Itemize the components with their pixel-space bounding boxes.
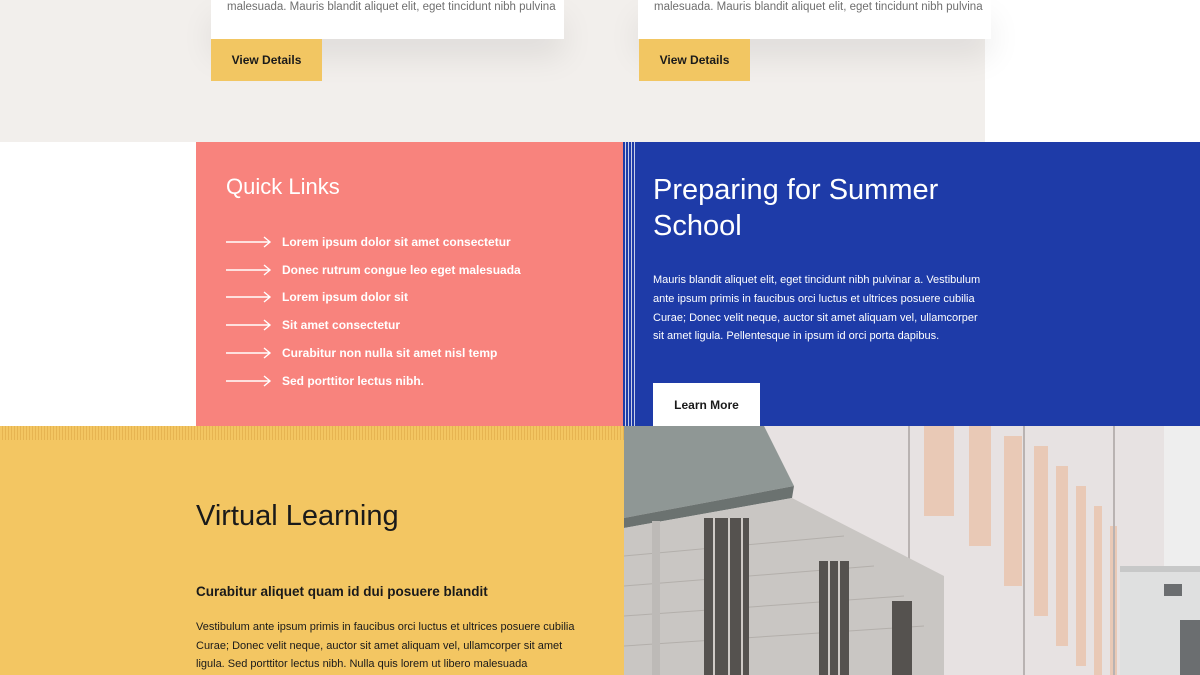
quick-link-label: Curabitur non nulla sit amet nisl temp (282, 346, 498, 361)
learn-more-button[interactable]: Learn More (653, 383, 760, 426)
view-details-button[interactable]: View Details (639, 39, 750, 81)
building-image (624, 426, 1200, 675)
summer-school-text: Mauris blandit aliquet elit, eget tincid… (653, 274, 981, 343)
virtual-learning-panel: Virtual Learning Curabitur aliquet quam … (0, 426, 624, 675)
arrow-right-icon (226, 264, 272, 276)
arrow-right-icon (226, 291, 272, 304)
quick-links-title: Quick Links (226, 174, 340, 199)
quick-link-item[interactable]: Lorem ipsum dolor sit (226, 284, 521, 312)
quick-link-label: Lorem ipsum dolor sit amet consectetur (282, 234, 511, 249)
virtual-learning-text: Vestibulum ante ipsum primis in faucibus… (196, 621, 575, 670)
stripe-divider (623, 142, 636, 426)
quick-links-panel: Quick Links Lorem ipsum dolor sit amet c… (196, 142, 623, 426)
arrow-right-icon (226, 319, 272, 331)
building-photo (624, 426, 1200, 675)
arrow-right-icon (226, 347, 272, 359)
virtual-learning-title: Virtual Learning (196, 500, 399, 532)
quick-link-label: Lorem ipsum dolor sit (282, 290, 409, 305)
arrow-right-icon (226, 375, 272, 387)
arrow-right-icon (226, 236, 272, 248)
summer-school-title: Preparing for Summer School (653, 174, 939, 242)
quick-link-label: Sit amet consectetur (282, 318, 401, 333)
quick-links-list: Lorem ipsum dolor sit amet consectetur D… (226, 228, 521, 395)
quick-link-item[interactable]: Sed porttitor lectus nibh. (226, 367, 521, 395)
virtual-learning-subtitle: Curabitur aliquet quam id dui posuere bl… (196, 584, 488, 599)
quick-link-item[interactable]: Sit amet consectetur (226, 311, 521, 339)
card-excerpt: malesuada. Mauris blandit aliquet elit, … (227, 1, 556, 13)
feature-card: malesuada. Mauris blandit aliquet elit, … (638, 0, 991, 39)
quick-link-item[interactable]: Curabitur non nulla sit amet nisl temp (226, 339, 521, 367)
summer-school-panel: Preparing for Summer School Mauris bland… (636, 142, 1200, 426)
view-details-button[interactable]: View Details (211, 39, 322, 81)
quick-link-label: Donec rutrum congue leo eget malesuada (282, 262, 521, 277)
quick-link-item[interactable]: Lorem ipsum dolor sit amet consectetur (226, 228, 521, 256)
card-excerpt: malesuada. Mauris blandit aliquet elit, … (654, 1, 983, 13)
stripe-divider (0, 426, 624, 440)
quick-link-item[interactable]: Donec rutrum congue leo eget malesuada (226, 256, 521, 284)
feature-card: malesuada. Mauris blandit aliquet elit, … (211, 0, 564, 39)
quick-link-label: Sed porttitor lectus nibh. (282, 373, 425, 388)
